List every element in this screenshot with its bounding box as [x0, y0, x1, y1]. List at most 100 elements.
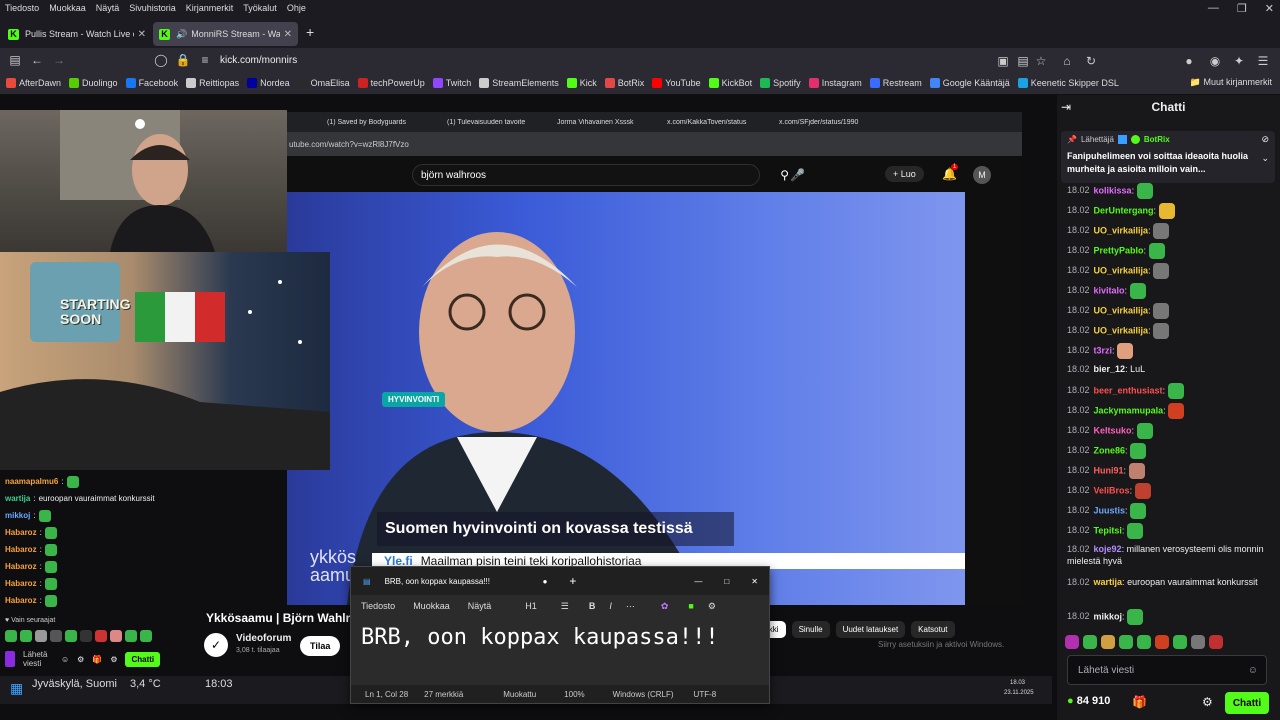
- pinned-message[interactable]: 📌 Lähettäjä BotRix Fanipuhelimeen voi so…: [1061, 131, 1275, 183]
- menu-help[interactable]: Ohje: [287, 3, 306, 13]
- reload-icon[interactable]: ↻: [1080, 54, 1102, 68]
- channel-points[interactable]: ● 84 910: [1067, 695, 1110, 707]
- chat-message[interactable]: 18.02 PrettyPablo:: [1067, 243, 1272, 259]
- chat-settings-icon[interactable]: ⚙: [1202, 695, 1213, 709]
- bookmark-item[interactable]: Google Kääntäjä: [929, 78, 1010, 88]
- tab-pullis[interactable]: K Pullis Stream - Watch Live o ✕: [2, 22, 152, 46]
- tab-close-icon[interactable]: ✕: [138, 29, 146, 40]
- chat-message[interactable]: 18.02 t3rzi:: [1067, 343, 1272, 359]
- chat-message[interactable]: 18.02 VeliBros:: [1067, 483, 1272, 499]
- bookmark-item[interactable]: YouTube: [652, 78, 701, 88]
- notepad-menu-edit[interactable]: Muokkaa: [413, 601, 450, 611]
- menu-view[interactable]: Näytä: [96, 3, 120, 13]
- speaker-icon[interactable]: 🔊: [176, 29, 187, 40]
- chat-username[interactable]: UO_virkailija: [1094, 305, 1149, 315]
- bookmark-item[interactable]: Restream: [869, 78, 922, 88]
- bookmark-item[interactable]: techPowerUp: [357, 78, 425, 88]
- back-icon[interactable]: ←: [26, 53, 48, 67]
- minimize-icon[interactable]: —: [1208, 2, 1219, 15]
- chat-username[interactable]: beer_enthusiast: [1094, 385, 1163, 395]
- chat-username[interactable]: Keltsuko: [1094, 425, 1132, 435]
- bookmark-item[interactable]: Facebook: [125, 78, 178, 88]
- chat-message[interactable]: 18.02 Zone86:: [1067, 443, 1272, 459]
- url-bar[interactable]: ◯ 🔒 ≡ kick.com/monnirs: [150, 51, 1030, 69]
- account-icon[interactable]: ●: [1178, 54, 1200, 68]
- menu-bookmarks[interactable]: Kirjanmerkit: [186, 3, 234, 13]
- settings-icon[interactable]: ⚙: [708, 601, 716, 612]
- chat-message[interactable]: 18.02 beer_enthusiast:: [1067, 383, 1272, 399]
- chat-username[interactable]: bier_12: [1094, 364, 1126, 374]
- shield-icon[interactable]: ◯: [150, 53, 172, 67]
- chat-message[interactable]: 18.02 kolikissa:: [1067, 183, 1272, 199]
- menu-file[interactable]: Tiedosto: [5, 3, 39, 13]
- bookmark-item[interactable]: Instagram: [808, 78, 862, 88]
- close-icon[interactable]: ✕: [1265, 2, 1274, 15]
- notepad-menu-view[interactable]: Näytä: [468, 601, 492, 611]
- chat-username[interactable]: UO_virkailija: [1094, 225, 1149, 235]
- chat-username[interactable]: PrettyPablo: [1094, 245, 1144, 255]
- chat-input[interactable]: Lähetä viesti ☺: [1067, 655, 1267, 685]
- list-icon[interactable]: ☰: [561, 601, 569, 612]
- chat-username[interactable]: DerUntergang: [1094, 205, 1154, 215]
- chat-message[interactable]: 18.02 koje92: millanen verosysteemi olis …: [1067, 543, 1272, 567]
- chat-message[interactable]: 18.02 wartija: euroopan vauraimmat konkur…: [1067, 576, 1272, 588]
- sidebar-icon[interactable]: ▤: [4, 53, 26, 67]
- translate-icon[interactable]: ▣: [992, 54, 1014, 68]
- chat-username[interactable]: Huni91: [1094, 465, 1124, 475]
- menu-tools[interactable]: Työkalut: [243, 3, 277, 13]
- chat-message[interactable]: 18.02 kivitalo:: [1067, 283, 1272, 299]
- chat-message[interactable]: 18.02 UO_virkailija:: [1067, 223, 1272, 239]
- notepad-window[interactable]: ▤ BRB, oon koppax kaupassa!!! ● + — □ ✕ …: [350, 566, 770, 704]
- tab-close-icon[interactable]: ✕: [284, 29, 292, 40]
- notepad-menu-file[interactable]: Tiedosto: [361, 601, 395, 611]
- menu-hamburger-icon[interactable]: ☰: [1252, 54, 1274, 68]
- bookmark-item[interactable]: Duolingo: [69, 78, 118, 88]
- notepad-content[interactable]: BRB, oon koppax kaupassa!!!: [361, 625, 719, 650]
- bookmark-item[interactable]: Keenetic Skipper DSL: [1017, 78, 1119, 88]
- other-bookmarks[interactable]: 📁 Muut kirjanmerkit: [1190, 77, 1272, 88]
- url-text[interactable]: kick.com/monnirs: [220, 55, 297, 66]
- chat-username[interactable]: kolikissa: [1094, 185, 1132, 195]
- chat-username[interactable]: VeliBros: [1094, 485, 1130, 495]
- chat-username[interactable]: kivitalo: [1094, 285, 1125, 295]
- copilot-icon[interactable]: ✿: [661, 601, 669, 612]
- chat-username[interactable]: koje92: [1094, 544, 1122, 554]
- maximize-icon[interactable]: □: [724, 577, 729, 586]
- heading-dropdown[interactable]: H1: [525, 601, 537, 611]
- chat-username[interactable]: UO_virkailija: [1094, 325, 1149, 335]
- expand-icon[interactable]: ⌄: [1261, 153, 1269, 164]
- bookmark-item[interactable]: Nordea: [247, 78, 290, 88]
- chat-username[interactable]: UO_virkailija: [1094, 265, 1149, 275]
- chat-username[interactable]: wartija: [1094, 577, 1123, 587]
- extension-adblock-icon[interactable]: ◉: [1204, 54, 1226, 68]
- chat-message[interactable]: 18.02 mikkoj:: [1067, 609, 1272, 625]
- bookmark-item[interactable]: BotRix: [604, 78, 644, 88]
- chat-username[interactable]: t3rzi: [1094, 345, 1113, 355]
- close-icon[interactable]: ✕: [751, 577, 758, 586]
- bookmark-item[interactable]: Twitch: [432, 78, 471, 88]
- notepad-tab-title[interactable]: BRB, oon koppax kaupassa!!!: [385, 577, 535, 586]
- bold-icon[interactable]: B: [589, 601, 596, 611]
- minimize-icon[interactable]: —: [694, 577, 702, 586]
- chat-message[interactable]: 18.02 UO_virkailija:: [1067, 303, 1272, 319]
- chat-username[interactable]: mikkoj: [1094, 611, 1123, 621]
- gift-icon[interactable]: 🎁: [1132, 695, 1147, 709]
- home-icon[interactable]: ⌂: [1056, 54, 1078, 68]
- forward-icon[interactable]: →: [48, 53, 70, 67]
- chat-send-button[interactable]: Chatti: [1225, 692, 1269, 714]
- menu-history[interactable]: Sivuhistoria: [129, 3, 176, 13]
- bookmark-item[interactable]: KickBot: [708, 78, 752, 88]
- chat-message[interactable]: 18.02 Huni91:: [1067, 463, 1272, 479]
- chat-username[interactable]: Juustis: [1094, 505, 1126, 515]
- chat-message[interactable]: 18.02 UO_virkailija:: [1067, 323, 1272, 339]
- chat-message[interactable]: 18.02 UO_virkailija:: [1067, 263, 1272, 279]
- chat-message[interactable]: 18.02 Jackymamupala:: [1067, 403, 1272, 419]
- bookmark-item[interactable]: StreamElements: [479, 78, 559, 88]
- extension-icon[interactable]: ■: [688, 601, 693, 611]
- menu-edit[interactable]: Muokkaa: [49, 3, 86, 13]
- bookmark-item[interactable]: Reittiopas: [186, 78, 239, 88]
- chat-message[interactable]: 18.02 DerUntergang:: [1067, 203, 1272, 219]
- chat-username[interactable]: Tepitsi: [1094, 525, 1122, 535]
- chat-message[interactable]: 18.02 Juustis:: [1067, 503, 1272, 519]
- more-icon[interactable]: ⋯: [626, 601, 635, 612]
